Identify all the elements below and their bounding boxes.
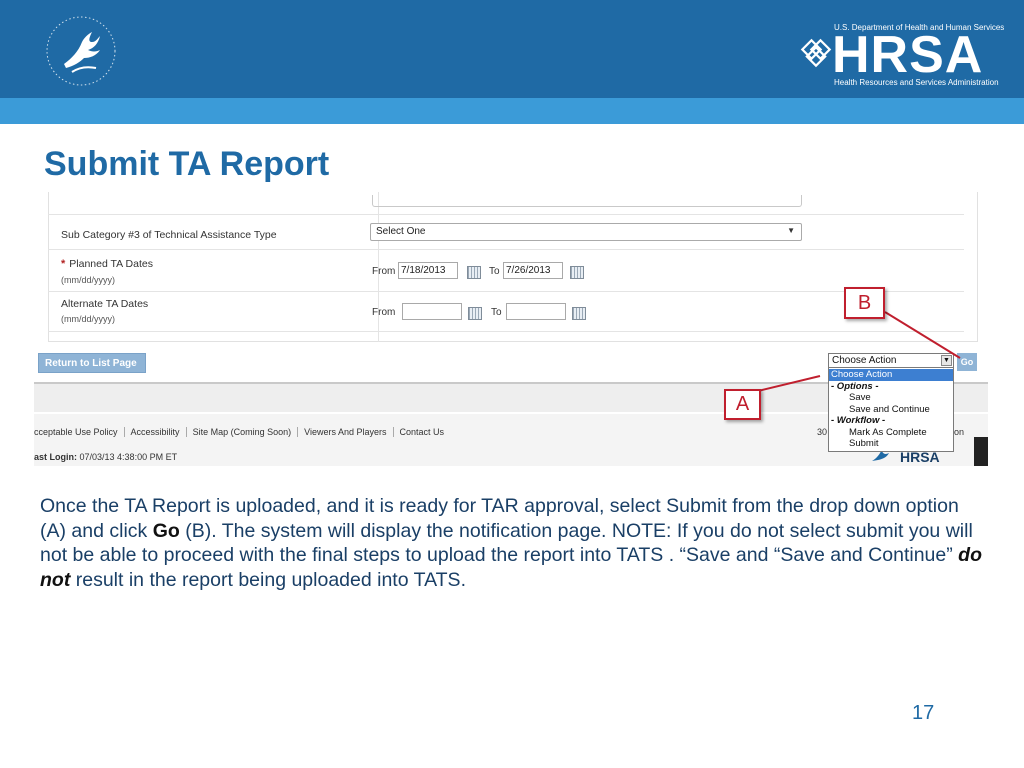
- header-accent-strip: [0, 98, 1024, 124]
- cropped-field-edge: [372, 195, 802, 207]
- sub-category-3-label: Sub Category #3 of Technical Assistance …: [61, 229, 277, 241]
- dropdown-group-workflow: - Workflow -: [831, 415, 886, 426]
- alternate-dates-hint: (mm/dd/yyyy): [61, 314, 115, 324]
- hrsa-diamond-mark-icon: [800, 38, 832, 68]
- page-number: 17: [912, 702, 935, 724]
- form-row-sub-category-3: Sub Category #3 of Technical Assistance …: [48, 214, 964, 250]
- cropped-dark-element: [974, 437, 988, 466]
- slide-title: Submit TA Report: [44, 145, 330, 183]
- footer-link-contact[interactable]: Contact Us: [394, 427, 451, 437]
- instruction-part-2: (B). The system will display the notific…: [40, 519, 973, 567]
- footer-text-fragment: 30: [817, 427, 828, 437]
- choose-action-dropdown: Choose Action - Options - Save Save and …: [828, 367, 954, 452]
- alternate-from-label: From: [372, 307, 396, 318]
- calendar-icon[interactable]: [467, 266, 481, 279]
- planned-from-label: From: [372, 266, 396, 277]
- sub-category-3-select[interactable]: Select One ▼: [370, 223, 802, 241]
- sub-category-3-value: Select One: [376, 226, 426, 237]
- hhs-eagle-seal-icon: [46, 16, 116, 86]
- required-star-icon: *: [61, 258, 66, 270]
- choose-action-value: Choose Action: [832, 355, 897, 366]
- alternate-to-label: To: [491, 307, 502, 318]
- planned-dates-label-wrap: * Planned TA Dates: [61, 258, 153, 270]
- last-login-value: 07/03/13 4:38:00 PM ET: [79, 452, 178, 462]
- footer-links: cceptable Use Policy Accessibility Site Ma…: [34, 427, 450, 437]
- embedded-screenshot: Sub Category #3 of Technical Assistance …: [34, 192, 988, 466]
- callout-a: A: [724, 389, 761, 420]
- dropdown-option-save[interactable]: Save: [829, 392, 953, 404]
- instruction-go-bold: Go: [152, 519, 180, 542]
- footer-link-acceptable-use[interactable]: cceptable Use Policy: [34, 427, 125, 437]
- dropdown-group-options: - Options -: [831, 380, 879, 392]
- footer-link-site-map[interactable]: Site Map (Coming Soon): [186, 427, 299, 437]
- hrsa-agency-full: Health Resources and Services Administra…: [834, 78, 999, 87]
- instruction-part-3: result in the report being uploaded into…: [70, 568, 466, 591]
- planned-from-input[interactable]: 7/18/2013: [398, 262, 458, 279]
- select-arrow-icon: ▼: [787, 226, 795, 235]
- footer-link-accessibility[interactable]: Accessibility: [124, 427, 187, 437]
- instruction-paragraph: Once the TA Report is uploaded, and it i…: [40, 494, 990, 592]
- form-row-alternate-dates: Alternate TA Dates (mm/dd/yyyy) From To: [48, 292, 964, 332]
- last-login: ast Login: 07/03/13 4:38:00 PM ET: [34, 452, 177, 462]
- go-button[interactable]: Go: [957, 353, 977, 371]
- hrsa-wordmark: HRSA: [832, 26, 984, 84]
- callout-b: B: [844, 287, 885, 319]
- planned-dates-label: Planned TA Dates: [69, 258, 153, 270]
- form-row-planned-dates: * Planned TA Dates (mm/dd/yyyy) From 7/18…: [48, 250, 964, 292]
- select-arrow-icon[interactable]: ▼: [941, 355, 952, 366]
- alternate-to-input[interactable]: [506, 303, 566, 320]
- dropdown-option-choose-action[interactable]: Choose Action: [829, 369, 953, 381]
- calendar-icon[interactable]: [570, 266, 584, 279]
- hrsa-logo: U.S. Department of Health and Human Serv…: [798, 18, 1008, 90]
- last-login-label: ast Login:: [34, 452, 77, 462]
- dropdown-option-submit[interactable]: Submit: [829, 438, 953, 450]
- calendar-icon[interactable]: [572, 307, 586, 320]
- choose-action-select[interactable]: Choose Action ▼: [828, 353, 954, 368]
- calendar-icon[interactable]: [468, 307, 482, 320]
- alternate-from-input[interactable]: [402, 303, 462, 320]
- planned-to-label: To: [489, 266, 500, 277]
- planned-dates-hint: (mm/dd/yyyy): [61, 275, 115, 285]
- return-to-list-button[interactable]: Return to List Page: [38, 353, 146, 373]
- header-band: U.S. Department of Health and Human Serv…: [0, 0, 1024, 98]
- footer-text-fragment: on: [954, 427, 965, 437]
- dropdown-option-mark-complete[interactable]: Mark As Complete: [829, 427, 953, 439]
- footer-link-viewers[interactable]: Viewers And Players: [298, 427, 394, 437]
- alternate-dates-label: Alternate TA Dates: [61, 298, 149, 310]
- planned-to-input[interactable]: 7/26/2013: [503, 262, 563, 279]
- dropdown-option-save-continue[interactable]: Save and Continue: [829, 404, 953, 416]
